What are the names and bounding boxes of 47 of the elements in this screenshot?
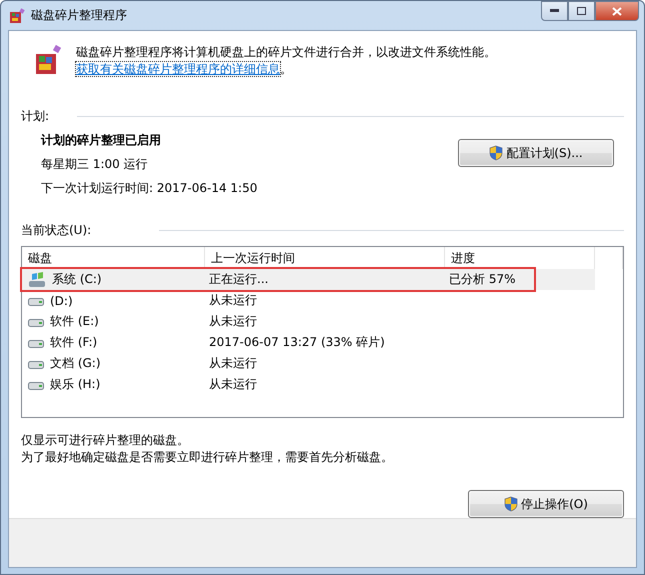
last-run-text: 2017-06-07 13:27 (33% 碎片) (208, 334, 386, 351)
shield-icon (489, 145, 504, 161)
disk-row[interactable]: 软件 (F:) 2017-06-07 13:27 (33% 碎片) (22, 332, 595, 353)
disk-name: 娱乐 (H:) (49, 376, 100, 393)
shield-icon (504, 496, 518, 512)
next-run-text: 下一次计划运行时间: 2017-06-14 1:50 (41, 180, 258, 196)
disk-row[interactable]: 娱乐 (H:) 从未运行 (22, 374, 595, 395)
help-link[interactable]: 获取有关磁盘碎片整理程序的详细信息 (76, 62, 280, 76)
maximize-button[interactable] (568, 1, 595, 21)
drive-icon (28, 316, 44, 326)
configure-schedule-button[interactable]: 配置计划(S)... (458, 139, 614, 167)
disk-name: 系统 (C:) (51, 271, 102, 288)
disk-row[interactable]: (D:) 从未运行 (22, 290, 595, 311)
progress-text: 已分析 57% (448, 271, 516, 288)
minimize-button[interactable] (541, 1, 568, 21)
close-button[interactable] (595, 1, 639, 21)
close-icon (612, 6, 622, 16)
disk-name: 文档 (G:) (49, 355, 101, 372)
drive-icon (28, 296, 44, 306)
disk-name: (D:) (49, 294, 73, 308)
app-icon (34, 44, 64, 76)
minimize-icon (550, 9, 559, 13)
disk-row[interactable]: 软件 (E:) 从未运行 (22, 311, 595, 332)
system-drive-icon (28, 272, 46, 288)
stop-operation-button[interactable]: 停止操作(O) (468, 490, 624, 518)
schedule-time: 每星期三 1:00 运行 (41, 156, 149, 172)
disk-name: 软件 (E:) (49, 313, 99, 330)
last-run-text: 正在运行... (208, 271, 270, 288)
last-run-text: 从未运行 (208, 313, 258, 330)
drive-icon (28, 380, 44, 390)
last-run-text: 从未运行 (208, 376, 258, 393)
drive-icon (28, 358, 44, 368)
disk-row[interactable]: 文档 (G:) 从未运行 (22, 353, 595, 374)
disk-row[interactable]: 系统 (C:) 正在运行... 已分析 57% (22, 269, 595, 290)
schedule-status: 计划的碎片整理已启用 (41, 132, 162, 148)
section-heading: 当前状态(U): (21, 222, 92, 238)
disk-name: 软件 (F:) (49, 334, 98, 351)
note-text: 为了最好地确定磁盘是否需要立即进行碎片整理，需要首先分析磁盘。 (21, 449, 394, 466)
last-run-text: 从未运行 (208, 292, 258, 309)
section-heading: 计划: (21, 108, 50, 124)
drive-icon (28, 338, 44, 348)
last-run-text: 从未运行 (208, 355, 258, 372)
app-icon (9, 8, 25, 24)
note-text: 仅显示可进行碎片整理的磁盘。 (21, 432, 190, 449)
maximize-icon (577, 7, 586, 15)
window-title: 磁盘碎片整理程序 (31, 7, 128, 24)
description-text: 磁盘碎片整理程序将计算机硬盘上的碎片文件进行合并，以改进文件系统性能。 获取有关磁盘碎片整理程序的详细信息。 (76, 44, 497, 78)
